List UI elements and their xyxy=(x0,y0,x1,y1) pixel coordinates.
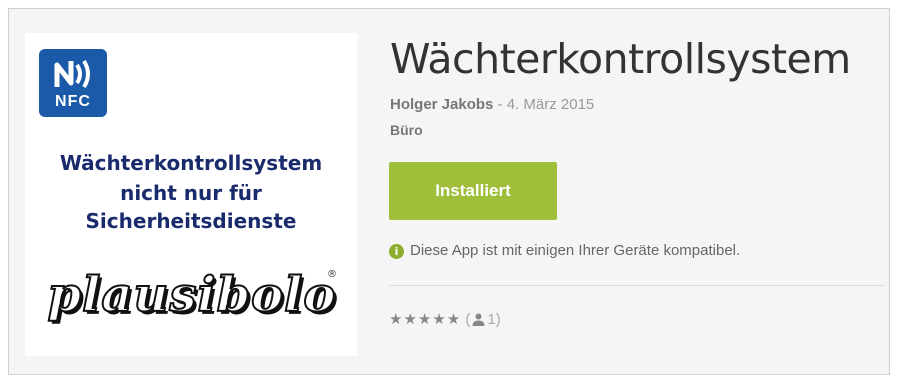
cover-line-2: nicht nur für xyxy=(120,181,262,205)
brand-logo: plausibolo xyxy=(47,266,337,324)
rating-summary[interactable]: ★★★★★ (1) xyxy=(389,310,501,330)
person-icon xyxy=(472,313,485,330)
install-button[interactable]: Installiert xyxy=(389,162,557,220)
author-link[interactable]: Holger Jakobs xyxy=(390,96,493,113)
category-link[interactable]: Büro xyxy=(390,122,423,138)
meta-separator: - xyxy=(493,96,507,113)
nfc-waves-icon xyxy=(54,59,90,89)
info-icon: i xyxy=(389,243,404,259)
cover-line-3: Sicherheitsdienste xyxy=(85,209,297,233)
registered-mark: ® xyxy=(327,269,337,280)
app-cover-image: NFC Wächterkontrollsystem nicht nur für … xyxy=(25,33,357,356)
rating-close-paren: ) xyxy=(495,311,501,328)
star-rating: ★★★★★ xyxy=(389,311,462,328)
compatibility-notice: i Diese App ist mit einigen Ihrer Geräte … xyxy=(389,242,740,259)
release-date: 4. März 2015 xyxy=(506,96,595,113)
divider xyxy=(389,285,885,286)
app-title: Wächterkontrollsystem xyxy=(390,35,851,83)
rating-open-paren: ( xyxy=(465,311,471,328)
rating-count: 1 xyxy=(487,311,496,328)
app-meta: Holger Jakobs - 4. März 2015 xyxy=(390,96,594,113)
cover-line-1: Wächterkontrollsystem xyxy=(59,151,323,175)
compatibility-text: Diese App ist mit einigen Ihrer Geräte k… xyxy=(410,242,741,259)
nfc-label: NFC xyxy=(55,93,91,110)
nfc-logo: NFC xyxy=(39,49,107,117)
